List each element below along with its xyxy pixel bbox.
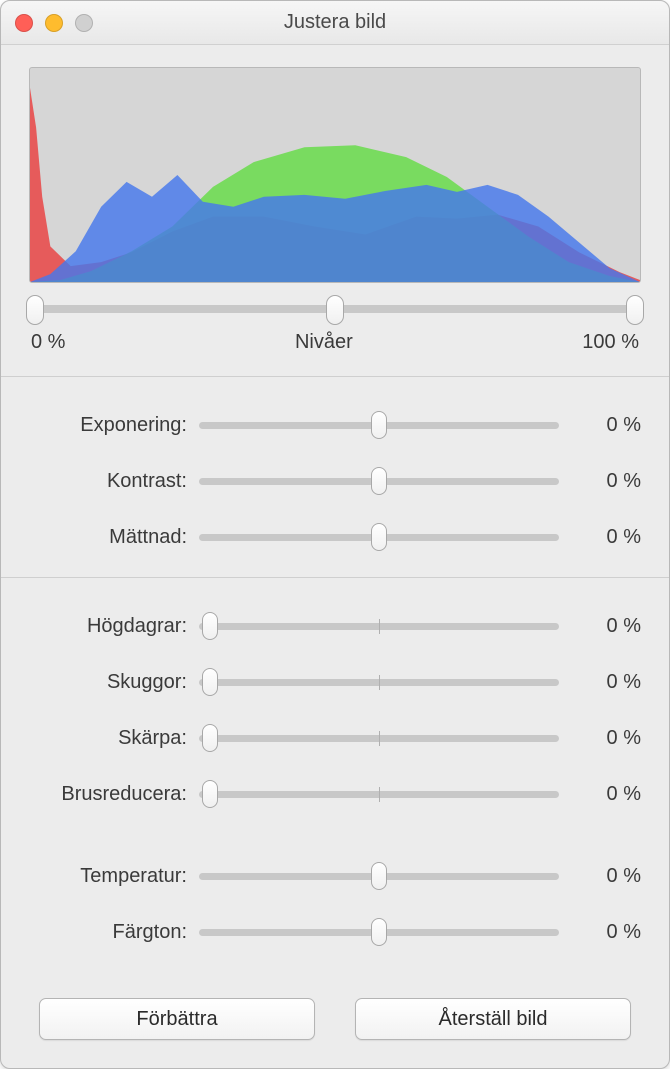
slider-exposure[interactable] [199, 411, 559, 439]
window-controls [15, 14, 93, 32]
slider-contrast[interactable] [199, 467, 559, 495]
slider-temperature[interactable] [199, 862, 559, 890]
histogram-area: 0 % Nivåer 100 % [1, 45, 669, 368]
slider-row-temperature: Temperatur: 0 % [29, 848, 641, 904]
adjust-image-window: Justera bild 0 % [0, 0, 670, 1069]
enhance-button[interactable]: Förbättra [39, 998, 315, 1040]
slider-row-tint: Färgton: 0 % [29, 904, 641, 960]
slider-value-shadows: 0 % [559, 671, 641, 694]
slider-center-tick [379, 787, 380, 802]
slider-denoise[interactable] [199, 780, 559, 808]
slider-value-denoise: 0 % [559, 783, 641, 806]
slider-label-sharpness: Skärpa: [29, 727, 199, 750]
slider-row-contrast: Kontrast: 0 % [29, 453, 641, 509]
slider-thumb[interactable] [202, 780, 218, 808]
slider-value-temperature: 0 % [559, 865, 641, 888]
levels-handle-white[interactable] [626, 295, 644, 325]
close-icon[interactable] [15, 14, 33, 32]
levels-handle-mid[interactable] [326, 295, 344, 325]
slider-track [199, 534, 559, 541]
slider-row-saturation: Mättnad: 0 % [29, 509, 641, 565]
slider-track [199, 791, 559, 798]
slider-label-contrast: Kontrast: [29, 470, 199, 493]
slider-track [199, 735, 559, 742]
slider-thumb[interactable] [202, 612, 218, 640]
reset-button[interactable]: Återställ bild [355, 998, 631, 1040]
window-title: Justera bild [1, 11, 669, 34]
slider-center-tick [379, 675, 380, 690]
slider-label-shadows: Skuggor: [29, 671, 199, 694]
sliders-group-2: Högdagrar:0 %Skuggor:0 %Skärpa:0 %Brusre… [1, 578, 669, 826]
slider-label-tint: Färgton: [29, 921, 199, 944]
slider-track [199, 478, 559, 485]
slider-shadows[interactable] [199, 668, 559, 696]
slider-value-exposure: 0 % [559, 414, 641, 437]
minimize-icon[interactable] [45, 14, 63, 32]
slider-value-sharpness: 0 % [559, 727, 641, 750]
slider-label-temperature: Temperatur: [29, 865, 199, 888]
slider-value-tint: 0 % [559, 921, 641, 944]
histogram [29, 67, 641, 283]
slider-thumb[interactable] [202, 668, 218, 696]
slider-highlights[interactable] [199, 612, 559, 640]
slider-value-saturation: 0 % [559, 526, 641, 549]
slider-track [199, 623, 559, 630]
window-content: 0 % Nivåer 100 % Exponering:0 %Kontrast:… [1, 45, 669, 1068]
levels-label-center: Nivåer [65, 331, 582, 354]
slider-track [199, 422, 559, 429]
levels-label-right: 100 % [582, 331, 639, 354]
slider-tint[interactable] [199, 918, 559, 946]
slider-sharpness[interactable] [199, 724, 559, 752]
slider-center-tick [379, 619, 380, 634]
slider-track [199, 929, 559, 936]
slider-center-tick [379, 731, 380, 746]
slider-row-denoise: Brusreducera: 0 % [29, 766, 641, 822]
slider-saturation[interactable] [199, 523, 559, 551]
slider-value-highlights: 0 % [559, 615, 641, 638]
slider-value-contrast: 0 % [559, 470, 641, 493]
slider-thumb[interactable] [371, 862, 387, 890]
slider-thumb[interactable] [202, 724, 218, 752]
slider-thumb[interactable] [371, 523, 387, 551]
levels-handle-black[interactable] [26, 295, 44, 325]
slider-thumb[interactable] [371, 918, 387, 946]
slider-track [199, 679, 559, 686]
zoom-icon [75, 14, 93, 32]
slider-thumb[interactable] [371, 411, 387, 439]
button-row: Förbättra Återställ bild [1, 980, 669, 1068]
levels-label-left: 0 % [31, 331, 65, 354]
slider-thumb[interactable] [371, 467, 387, 495]
sliders-group-3: Temperatur: 0 % Färgton: 0 % [1, 844, 669, 964]
titlebar: Justera bild [1, 1, 669, 45]
slider-row-shadows: Skuggor: 0 % [29, 654, 641, 710]
levels-slider[interactable] [29, 295, 641, 325]
slider-track [199, 873, 559, 880]
slider-row-sharpness: Skärpa: 0 % [29, 710, 641, 766]
slider-label-highlights: Högdagrar: [29, 615, 199, 638]
slider-label-exposure: Exponering: [29, 414, 199, 437]
sliders-group-1: Exponering: 0 % Kontrast: 0 % Mättnad: 0 % [1, 377, 669, 569]
slider-label-denoise: Brusreducera: [29, 783, 199, 806]
slider-row-highlights: Högdagrar: 0 % [29, 598, 641, 654]
levels-labels: 0 % Nivåer 100 % [29, 331, 641, 354]
slider-row-exposure: Exponering: 0 % [29, 397, 641, 453]
slider-label-saturation: Mättnad: [29, 526, 199, 549]
